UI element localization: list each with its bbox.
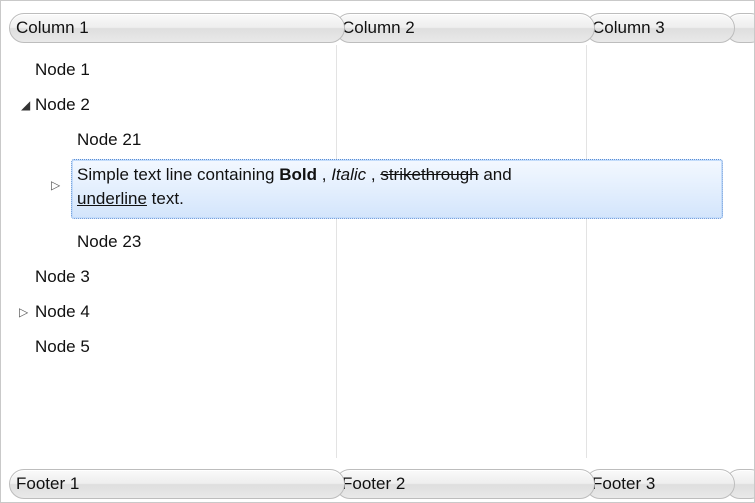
- footer-2: Footer 2: [335, 469, 595, 499]
- collapsed-triangle-icon[interactable]: ▷: [19, 295, 28, 329]
- tree-node-21[interactable]: Node 21: [1, 123, 754, 157]
- footer-3: Footer 3: [585, 469, 735, 499]
- tree-node-2[interactable]: ◢ Node 2: [1, 88, 754, 122]
- tree-node-1[interactable]: Node 1: [1, 53, 754, 87]
- tree-node-5[interactable]: Node 5: [1, 330, 754, 364]
- footer-1: Footer 1: [9, 469, 345, 499]
- tree-node-label: Node 23: [77, 232, 142, 251]
- column-header-1[interactable]: Column 1: [9, 13, 345, 43]
- tree-node-label: Node 3: [35, 267, 90, 286]
- tree-node-22-label: Simple text line containing Bold , Itali…: [77, 163, 717, 211]
- tree-list-view[interactable]: Column 3 Column 2 Column 1 Node 1 ◢ Node…: [0, 0, 755, 503]
- collapsed-triangle-icon[interactable]: ▷: [51, 168, 60, 202]
- plain-text: Simple text line containing: [77, 165, 280, 184]
- expanded-triangle-icon[interactable]: ◢: [21, 88, 30, 122]
- plain-text: text.: [146, 189, 184, 208]
- tree-node-label: Node 4: [35, 302, 90, 321]
- tree-node-label: Node 1: [35, 60, 90, 79]
- italic-text: Italic: [331, 165, 367, 184]
- tree-node-3[interactable]: Node 3: [1, 260, 754, 294]
- tree-node-4[interactable]: ▷ Node 4: [1, 295, 754, 329]
- separator-text: ,: [366, 165, 381, 184]
- strikethrough-text: strikethrough: [380, 165, 479, 184]
- plain-text: and: [478, 165, 512, 184]
- tree-node-label: Node 5: [35, 337, 90, 356]
- underline-text: underline: [77, 189, 147, 208]
- column-header-2[interactable]: Column 2: [335, 13, 595, 43]
- tree-node-label: Node 2: [35, 95, 90, 114]
- bold-text: Bold: [279, 165, 318, 184]
- column-header-3[interactable]: Column 3: [585, 13, 735, 43]
- tree-node-23[interactable]: Node 23: [1, 225, 754, 259]
- tree-node-label: Node 21: [77, 130, 142, 149]
- separator-text: ,: [317, 165, 332, 184]
